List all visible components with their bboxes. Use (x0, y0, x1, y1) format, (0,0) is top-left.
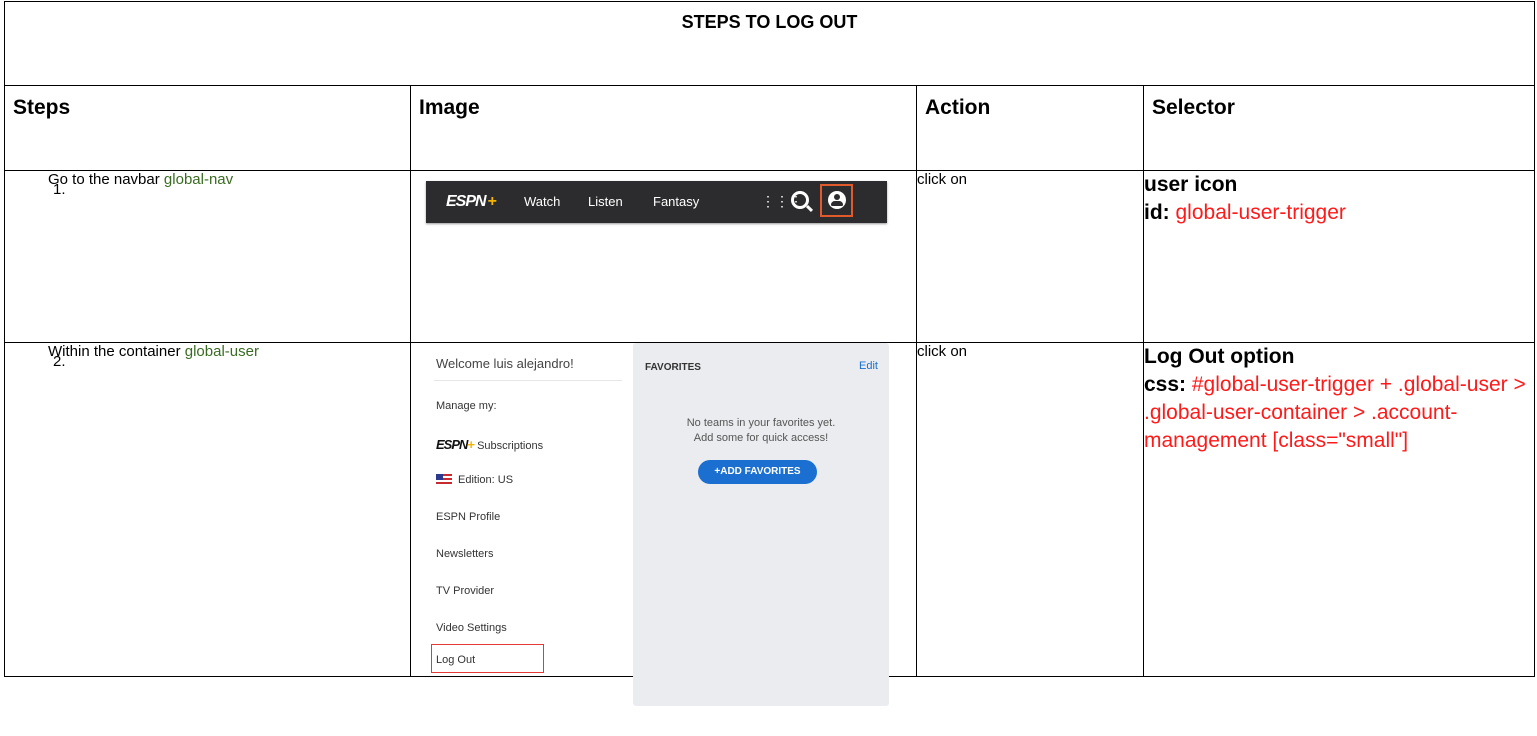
favorites-heading: FAVORITES (645, 362, 701, 373)
step-number: 2. (53, 353, 66, 370)
nav-item-fantasy: Fantasy (653, 194, 700, 209)
user-icon (828, 191, 846, 209)
espn-navbar-image: ESPN + Watch Listen Fantasy ⋮⋮⋮ (426, 181, 887, 223)
favorites-edit-link: Edit (859, 360, 878, 372)
tv-provider-item: TV Provider (436, 585, 495, 597)
espn-plus-logo: ESPN+ (436, 437, 475, 452)
search-icon (791, 191, 809, 209)
newsletters-item: Newsletters (436, 548, 494, 560)
user-dropdown-image: Welcome luis alejandro! Manage my: ESPN+… (426, 343, 904, 706)
header-steps: Steps (4, 85, 411, 171)
step-highlight: global-nav (163, 171, 234, 188)
step-cell: 2. Within the container global-user (4, 342, 411, 677)
step-number: 1. (53, 181, 66, 198)
edition-item: Edition: US (436, 474, 513, 486)
subscriptions-item: ESPN+ Subscriptions (436, 437, 544, 452)
nav-item-watch: Watch (524, 194, 561, 209)
divider (434, 380, 622, 381)
favorites-panel: FAVORITES Edit No teams in your favorite… (633, 343, 889, 706)
document-title: STEPS TO LOG OUT (4, 1, 1535, 86)
logout-item: Log Out (436, 654, 476, 666)
selector-value: global-user-trigger (1175, 201, 1346, 224)
nav-item-listen: Listen (588, 194, 623, 209)
selector-title: user icon (1144, 173, 1238, 196)
manage-label: Manage my: (436, 400, 497, 412)
action-cell: click on (916, 170, 1144, 343)
step-cell: 1. Go to the navbar global-nav (4, 170, 411, 343)
image-cell: ESPN + Watch Listen Fantasy ⋮⋮⋮ (410, 170, 917, 343)
step-text: Go to the navbar global-nav (48, 171, 234, 188)
action-cell: click on (916, 342, 1144, 677)
favorites-empty-message: No teams in your favorites yet. Add some… (686, 417, 836, 444)
step-highlight: global-user (184, 343, 259, 360)
steps-table: STEPS TO LOG OUT Steps Image Action Sele… (4, 1, 1535, 706)
selector-cell: user icon id: global-user-trigger (1143, 170, 1535, 343)
us-flag-icon (436, 474, 452, 484)
user-icon-highlight (820, 184, 853, 217)
table-row: 2. Within the container global-user Welc… (4, 342, 1535, 706)
step-text: Within the container global-user (48, 343, 259, 360)
header-image: Image (410, 85, 917, 171)
header-action: Action (916, 85, 1144, 171)
image-cell: Welcome luis alejandro! Manage my: ESPN+… (410, 342, 917, 706)
add-favorites-button: +ADD FAVORITES (698, 460, 817, 484)
welcome-text: Welcome luis alejandro! (436, 356, 574, 371)
selector-value: #global-user-trigger + .global-user > .g… (1144, 373, 1526, 452)
selector-value-line: id: global-user-trigger (1144, 201, 1346, 224)
selector-cell: Log Out option css: #global-user-trigger… (1143, 342, 1535, 677)
selector-title: Log Out option (1144, 345, 1295, 368)
espn-plus-logo: ESPN+ (446, 193, 497, 210)
video-settings-item: Video Settings (436, 622, 507, 634)
profile-item: ESPN Profile (436, 511, 501, 523)
table-row: 1. Go to the navbar global-nav ESPN + Wat… (4, 170, 1535, 343)
selector-value-line: css: #global-user-trigger + .global-user… (1144, 373, 1526, 452)
header-selector: Selector (1143, 85, 1535, 171)
